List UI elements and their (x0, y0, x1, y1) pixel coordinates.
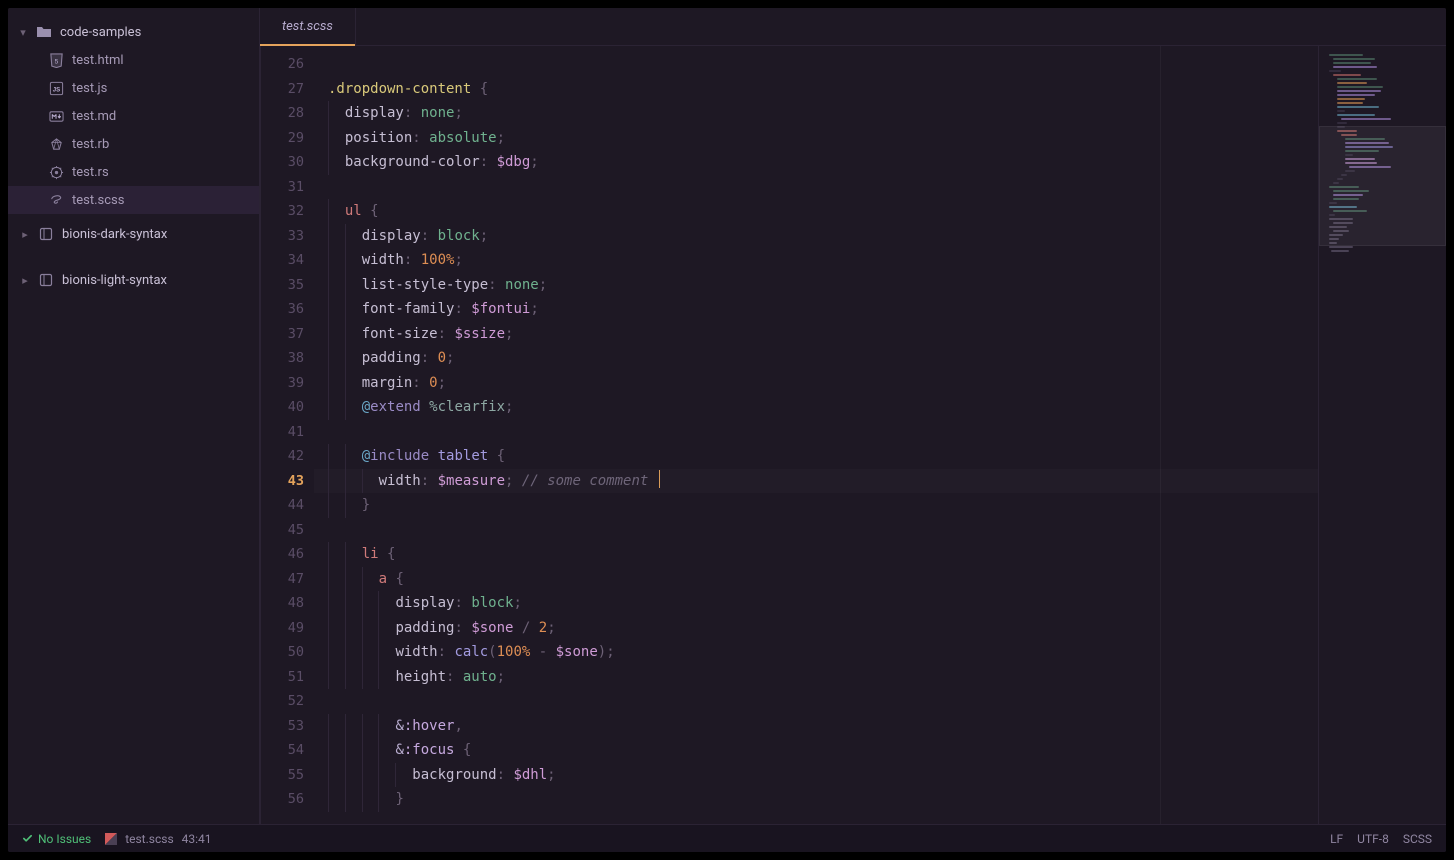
code-line[interactable]: position: absolute; (314, 126, 1318, 151)
line-number-gutter: 2627282930313233343536373839404142434445… (260, 46, 314, 824)
code-line[interactable]: li { (314, 542, 1318, 567)
code-line[interactable]: width: calc(100% - $sone); (314, 640, 1318, 665)
tree-file-test-md[interactable]: test.md (8, 102, 259, 130)
svg-text:5: 5 (54, 58, 58, 65)
code-line[interactable]: &:hover, (314, 714, 1318, 739)
status-cursor-position[interactable]: 43:41 (182, 832, 212, 846)
svg-text:JS: JS (52, 86, 59, 93)
code-line[interactable]: font-size: $ssize; (314, 322, 1318, 347)
code-line[interactable]: height: auto; (314, 665, 1318, 690)
status-encoding[interactable]: UTF-8 (1357, 832, 1389, 846)
chevron-right-icon: ▸ (20, 274, 30, 287)
rs-file-icon (48, 164, 64, 180)
code-line[interactable]: .dropdown-content { (314, 77, 1318, 102)
main-split: ▾ code-samples 5 test.html JS test.js test.m… (8, 8, 1446, 824)
js-file-icon: JS (48, 80, 64, 96)
code-line[interactable]: margin: 0; (314, 371, 1318, 396)
code-line[interactable]: list-style-type: none; (314, 273, 1318, 298)
book-icon (38, 226, 54, 242)
code-line[interactable]: display: block; (314, 224, 1318, 249)
status-bar: No Issues test.scss 43:41 LF UTF-8 SCSS (8, 824, 1446, 852)
tree-file-test-rb[interactable]: test.rb (8, 130, 259, 158)
code-line[interactable]: display: none; (314, 101, 1318, 126)
tree-file-label: test.html (72, 53, 124, 68)
html-file-icon: 5 (48, 52, 64, 68)
tree-file-label: test.rs (72, 165, 109, 180)
code-content[interactable]: .dropdown-content { display: none; posit… (314, 46, 1318, 824)
tree-folder-code-samples[interactable]: ▾ code-samples (8, 18, 259, 46)
status-language[interactable]: SCSS (1403, 832, 1432, 846)
code-line[interactable] (314, 518, 1318, 543)
rb-file-icon (48, 136, 64, 152)
tree-file-label: test.scss (72, 193, 124, 208)
code-line[interactable] (314, 52, 1318, 77)
tree-file-test-rs[interactable]: test.rs (8, 158, 259, 186)
code-line[interactable]: } (314, 493, 1318, 518)
folder-icon (36, 24, 52, 40)
chevron-down-icon: ▾ (18, 26, 28, 39)
code-line[interactable]: background: $dhl; (314, 763, 1318, 788)
status-issues[interactable]: No Issues (22, 832, 91, 846)
file-tree: ▾ code-samples 5 test.html JS test.js test.m… (8, 18, 259, 294)
md-file-icon (48, 108, 64, 124)
code-line[interactable] (314, 420, 1318, 445)
code-line[interactable]: @include tablet { (314, 444, 1318, 469)
status-filename[interactable]: test.scss (125, 832, 173, 846)
book-icon (38, 272, 54, 288)
tree-file-label: test.js (72, 81, 107, 96)
code-line[interactable]: } (314, 787, 1318, 812)
code-line[interactable]: display: block; (314, 591, 1318, 616)
code-line[interactable]: &:focus { (314, 738, 1318, 763)
check-icon (22, 833, 33, 844)
tree-project-label: bionis-light-syntax (62, 273, 167, 288)
code-line[interactable]: width: $measure; // some comment (314, 469, 1318, 494)
minimap-viewport[interactable] (1319, 126, 1446, 246)
scss-file-icon (48, 192, 64, 208)
text-cursor (659, 470, 660, 488)
code-line[interactable]: background-color: $dbg; (314, 150, 1318, 175)
tab-test-scss[interactable]: test.scss (260, 8, 356, 45)
minimap[interactable] (1318, 46, 1446, 824)
color-swatch-icon[interactable] (105, 833, 117, 845)
editor-area: test.scss 262728293031323334353637383940… (260, 8, 1446, 824)
sidebar: ▾ code-samples 5 test.html JS test.js test.m… (8, 8, 260, 824)
code-editor[interactable]: 2627282930313233343536373839404142434445… (260, 46, 1318, 824)
code-line[interactable]: padding: $sone / 2; (314, 616, 1318, 641)
tab-bar: test.scss (260, 8, 1446, 46)
code-line[interactable]: ul { (314, 199, 1318, 224)
tree-file-label: test.md (72, 109, 116, 124)
code-line[interactable] (314, 689, 1318, 714)
code-line[interactable]: @extend %clearfix; (314, 395, 1318, 420)
tree-file-test-scss[interactable]: test.scss (8, 186, 259, 214)
tree-file-test-js[interactable]: JS test.js (8, 74, 259, 102)
tree-file-test-html[interactable]: 5 test.html (8, 46, 259, 74)
tree-project-bionis-dark-syntax[interactable]: ▸ bionis-dark-syntax (8, 220, 259, 248)
tree-project-label: bionis-dark-syntax (62, 227, 167, 242)
tree-project-bionis-light-syntax[interactable]: ▸ bionis-light-syntax (8, 266, 259, 294)
code-line[interactable] (314, 175, 1318, 200)
code-line[interactable]: padding: 0; (314, 346, 1318, 371)
status-issues-label: No Issues (38, 832, 91, 846)
code-line[interactable]: font-family: $fontui; (314, 297, 1318, 322)
code-line[interactable]: a { (314, 567, 1318, 592)
code-line[interactable]: width: 100%; (314, 248, 1318, 273)
app-window: ▾ code-samples 5 test.html JS test.js test.m… (8, 8, 1446, 852)
tab-label: test.scss (282, 19, 333, 34)
tree-file-label: test.rb (72, 137, 109, 152)
tree-folder-label: code-samples (60, 25, 141, 40)
status-line-ending[interactable]: LF (1330, 832, 1343, 846)
chevron-right-icon: ▸ (20, 228, 30, 241)
